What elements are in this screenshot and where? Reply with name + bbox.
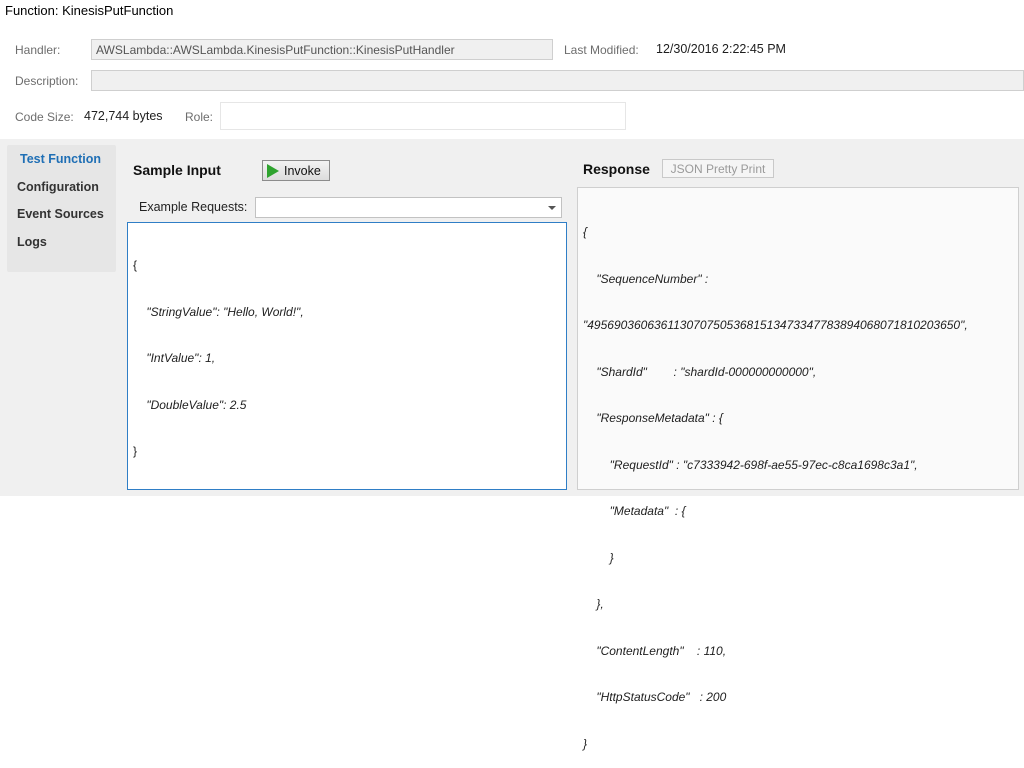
response-line: }: [583, 550, 614, 565]
example-requests-label: Example Requests:: [139, 200, 248, 214]
input-line: {: [133, 258, 138, 272]
response-line: "Metadata" : {: [583, 504, 686, 518]
response-line: "ShardId" : "shardId-000000000000",: [583, 364, 817, 379]
response-line: },: [583, 597, 604, 611]
last-modified-label: Last Modified:: [564, 43, 639, 57]
json-pretty-print-button[interactable]: JSON Pretty Print: [662, 159, 774, 178]
function-title: Function: KinesisPutFunction: [5, 3, 174, 18]
sample-input-editor[interactable]: { "StringValue": "Hello, World!", "IntVa…: [127, 222, 567, 490]
sidebar-item-event-sources[interactable]: Event Sources: [17, 207, 104, 221]
response-title: Response: [583, 161, 650, 177]
response-output[interactable]: { "SequenceNumber" : "495690360636113070…: [577, 187, 1019, 751]
response-line: "RequestId" : "c7333942-698f-ae55-97ec-c…: [583, 457, 918, 472]
handler-label: Handler:: [15, 43, 61, 57]
example-requests-dropdown[interactable]: [255, 197, 562, 218]
sidebar-item-test-function[interactable]: Test Function: [20, 152, 101, 166]
last-modified-value: 12/30/2016 2:22:45 PM: [656, 42, 786, 56]
response-line: "ResponseMetadata" : {: [583, 411, 723, 425]
description-field[interactable]: [91, 70, 1024, 91]
invoke-button-label: Invoke: [284, 163, 321, 178]
response-line: {: [583, 225, 588, 239]
input-line: "StringValue": "Hello, World!",: [133, 304, 304, 319]
handler-field[interactable]: AWSLambda::AWSLambda.KinesisPutFunction:…: [91, 39, 553, 60]
input-line: "IntValue": 1,: [133, 351, 216, 365]
input-line: }: [133, 444, 138, 458]
sidebar-item-configuration[interactable]: Configuration: [17, 180, 99, 194]
code-size-label: Code Size:: [15, 110, 74, 124]
response-line: }: [583, 736, 588, 751]
response-line: "SequenceNumber" :: [583, 271, 709, 286]
response-line: "495690360636113070750536815134733477838…: [583, 318, 968, 332]
sidebar-item-logs[interactable]: Logs: [17, 235, 47, 249]
code-size-value: 472,744 bytes: [84, 109, 163, 123]
input-line: "DoubleValue": 2.5: [133, 397, 247, 412]
invoke-button[interactable]: Invoke: [262, 160, 330, 181]
role-label: Role:: [185, 110, 214, 124]
role-field[interactable]: [220, 102, 626, 130]
sample-input-title: Sample Input: [133, 162, 221, 178]
chevron-down-icon: [548, 206, 556, 210]
play-icon: [267, 163, 279, 178]
description-label: Description:: [15, 74, 79, 88]
response-line: "ContentLength" : 110,: [583, 643, 727, 658]
response-line: "HttpStatusCode" : 200: [583, 690, 727, 704]
